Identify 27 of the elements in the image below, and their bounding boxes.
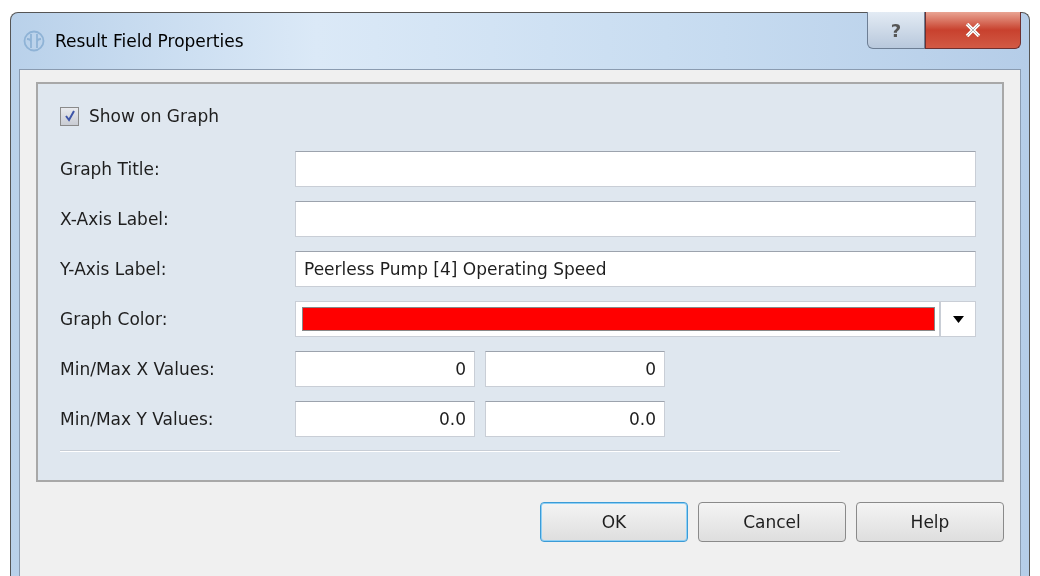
number-field[interactable]: 0.0 [295,401,475,437]
dialog-button[interactable]: Cancel [698,502,846,542]
checkbox[interactable] [60,106,79,126]
checkbox-label: Show on Graph [89,106,219,126]
app-icon [23,30,45,52]
text-field[interactable] [295,201,976,237]
field-label: Graph Color: [60,309,169,329]
field-label: Y-Axis Label: [60,259,168,279]
caret-icon [952,315,964,323]
text-field[interactable] [295,151,976,187]
number-field[interactable]: 0 [485,351,665,387]
field-label: Graph Title: [60,159,161,179]
dialog-button[interactable]: Help [856,502,1004,542]
color-field[interactable] [295,301,940,337]
field-label: Min/Max X Values: [60,359,216,379]
window-title: Result Field Properties [55,31,244,51]
check-icon [63,110,76,122]
dropdown-button[interactable] [940,301,976,337]
help-button[interactable]: ? [867,12,925,49]
field-label: Min/Max Y Values: [60,409,215,429]
close-button[interactable] [925,12,1021,49]
field-label: X-Axis Label: [60,209,170,229]
number-field[interactable]: 0 [295,351,475,387]
text-field[interactable]: Peerless Pump [4] Operating Speed [295,251,976,287]
number-field[interactable]: 0.0 [485,401,665,437]
dialog-button[interactable]: OK [540,502,688,542]
close-icon [965,23,981,37]
